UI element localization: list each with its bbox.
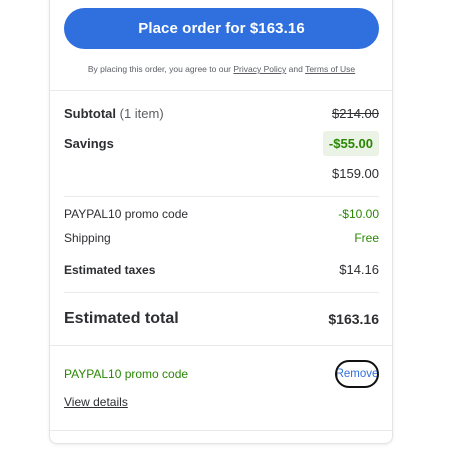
remove-promo-button[interactable]: Remove	[335, 360, 379, 388]
savings-badge: -$55.00	[322, 131, 379, 156]
subtotal-original-price: $214.00	[332, 106, 379, 121]
promo-discount-row: PAYPAL10 promo code -$10.00	[64, 207, 379, 221]
divider	[50, 430, 392, 431]
shipping-value: Free	[354, 231, 379, 245]
shipping-label: Shipping	[64, 231, 111, 245]
estimated-total-row: Estimated total $163.16	[64, 310, 379, 328]
divider	[50, 90, 392, 91]
subtotal-row: Subtotal (1 item) $214.00	[64, 106, 379, 121]
applied-promo-row: PAYPAL10 promo code Remove	[64, 360, 379, 388]
estimated-total-value: $163.16	[328, 311, 379, 327]
view-details-link[interactable]: View details	[64, 395, 128, 409]
terms-of-use-link[interactable]: Terms of Use	[305, 64, 355, 74]
taxes-row: Estimated taxes $14.16	[64, 262, 379, 277]
privacy-policy-link[interactable]: Privacy Policy	[233, 64, 286, 74]
divider	[50, 345, 392, 346]
divider	[64, 196, 379, 197]
shipping-row: Shipping Free	[64, 231, 379, 245]
estimated-total-label: Estimated total	[64, 310, 179, 327]
taxes-label: Estimated taxes	[64, 262, 156, 277]
subtotal-label: Subtotal	[64, 106, 116, 121]
subtotal-label-group: Subtotal (1 item)	[64, 106, 164, 121]
divider	[64, 292, 379, 293]
promo-discount-value: -$10.00	[338, 207, 379, 221]
discounted-subtotal-value: $159.00	[332, 166, 379, 181]
taxes-value: $14.16	[339, 262, 379, 277]
place-order-button[interactable]: Place order for $163.16	[64, 8, 379, 49]
terms-prefix: By placing this order, you agree to our	[87, 64, 232, 74]
discounted-subtotal-row: $159.00	[64, 166, 379, 181]
savings-row: Savings -$55.00	[64, 131, 379, 156]
terms-notice: By placing this order, you agree to our …	[64, 64, 379, 74]
savings-label: Savings	[64, 136, 114, 151]
promo-discount-label: PAYPAL10 promo code	[64, 207, 189, 221]
subtotal-item-count: (1 item)	[119, 106, 164, 121]
applied-promo-label: PAYPAL10 promo code	[64, 367, 189, 381]
terms-and: and	[288, 64, 303, 74]
